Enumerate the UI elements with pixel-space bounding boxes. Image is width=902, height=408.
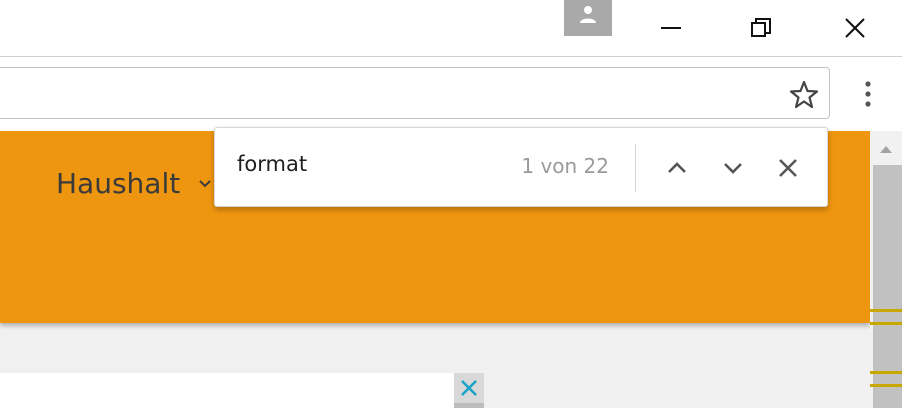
find-match-marker (870, 309, 902, 312)
chevron-down-icon[interactable] (198, 176, 212, 195)
close-icon (461, 380, 477, 396)
kebab-menu-icon (865, 81, 871, 107)
find-match-marker (870, 322, 902, 325)
browser-toolbar (0, 57, 902, 131)
person-icon (580, 6, 596, 23)
triangle-up-icon (880, 146, 892, 153)
window-close-button[interactable] (832, 6, 878, 50)
close-icon (845, 18, 865, 38)
chevron-up-icon (668, 162, 686, 173)
find-bar: format 1 von 22 (214, 127, 828, 207)
find-close-button[interactable] (770, 150, 806, 186)
ad-close-base (454, 403, 484, 408)
find-separator (635, 144, 636, 192)
find-match-marker (870, 384, 902, 387)
ad-close-button[interactable] (454, 373, 484, 403)
find-previous-button[interactable] (659, 150, 695, 186)
restore-icon (751, 18, 771, 37)
find-match-count: 1 von 22 (521, 154, 609, 178)
scroll-up-button[interactable] (874, 138, 898, 160)
restore-button[interactable] (738, 6, 784, 50)
minimize-button[interactable] (648, 6, 694, 50)
star-icon (789, 80, 819, 109)
find-match-marker (870, 371, 902, 374)
profile-button[interactable] (564, 0, 612, 36)
nav-item-haushalt[interactable]: Haushalt (56, 167, 180, 200)
find-input[interactable]: format (237, 152, 307, 176)
close-icon (779, 159, 797, 177)
address-bar[interactable] (0, 67, 830, 119)
minimize-icon (661, 27, 681, 29)
find-next-button[interactable] (715, 150, 751, 186)
bookmark-button[interactable] (787, 78, 821, 112)
ad-area (0, 373, 454, 408)
browser-menu-button[interactable] (858, 78, 878, 110)
chevron-down-icon (724, 163, 742, 174)
